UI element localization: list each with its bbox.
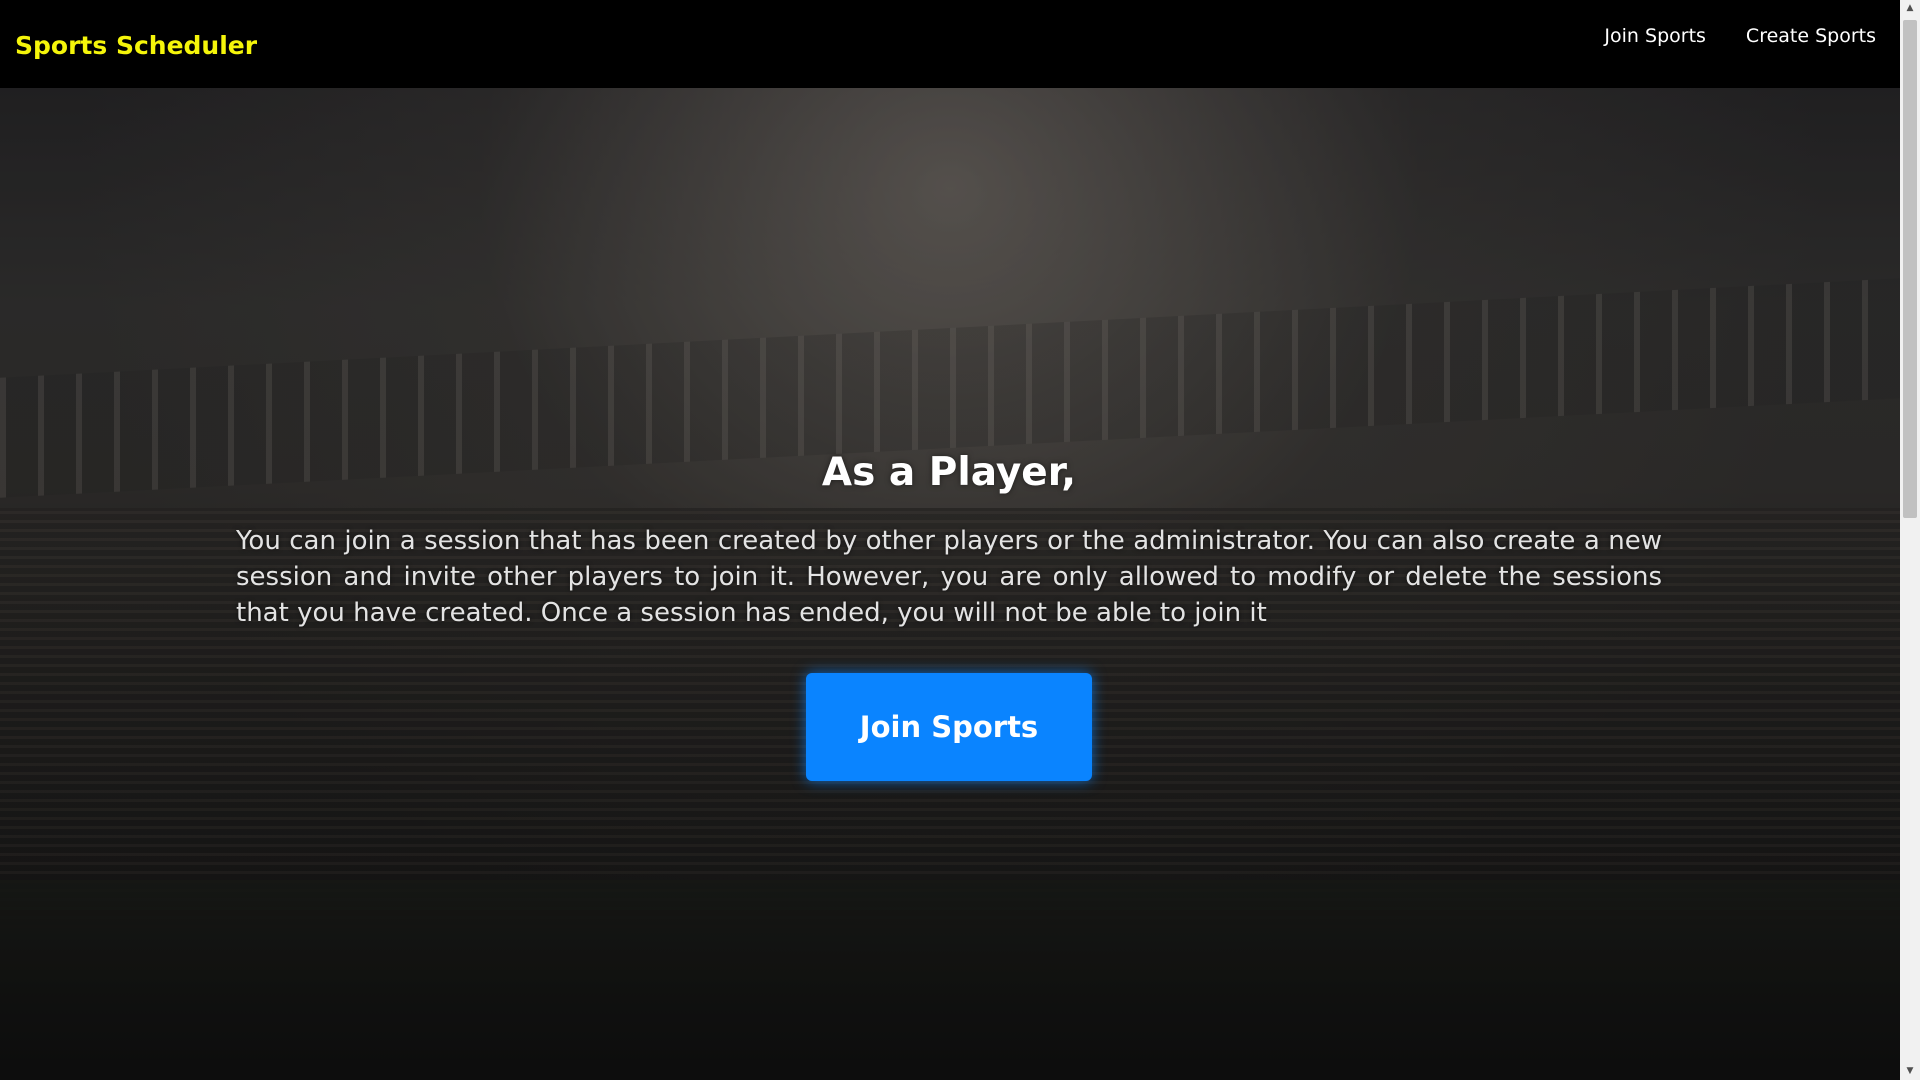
hero-content: As a Player, You can join a session that… xyxy=(236,450,1662,781)
vertical-scrollbar[interactable]: ▲ ▼ xyxy=(1900,0,1920,1080)
nav-create-sports-link[interactable]: Create Sports xyxy=(1746,25,1876,47)
nav-join-sports-link[interactable]: Join Sports xyxy=(1604,25,1706,47)
hero-description: You can join a session that has been cre… xyxy=(236,526,1662,628)
page: Sports Scheduler Join Sports Create Spor… xyxy=(0,0,1920,1080)
join-sports-button[interactable]: Join Sports xyxy=(806,673,1092,781)
navbar: Sports Scheduler Join Sports Create Spor… xyxy=(0,0,1900,88)
brand-logo[interactable]: Sports Scheduler xyxy=(15,31,257,60)
chevron-up-icon[interactable]: ▲ xyxy=(1900,0,1920,17)
hero-heading: As a Player, xyxy=(821,450,1077,495)
scrollbar-thumb[interactable] xyxy=(1903,20,1917,518)
chevron-down-icon[interactable]: ▼ xyxy=(1900,1063,1920,1080)
nav-links: Join Sports Create Sports xyxy=(1604,25,1876,47)
